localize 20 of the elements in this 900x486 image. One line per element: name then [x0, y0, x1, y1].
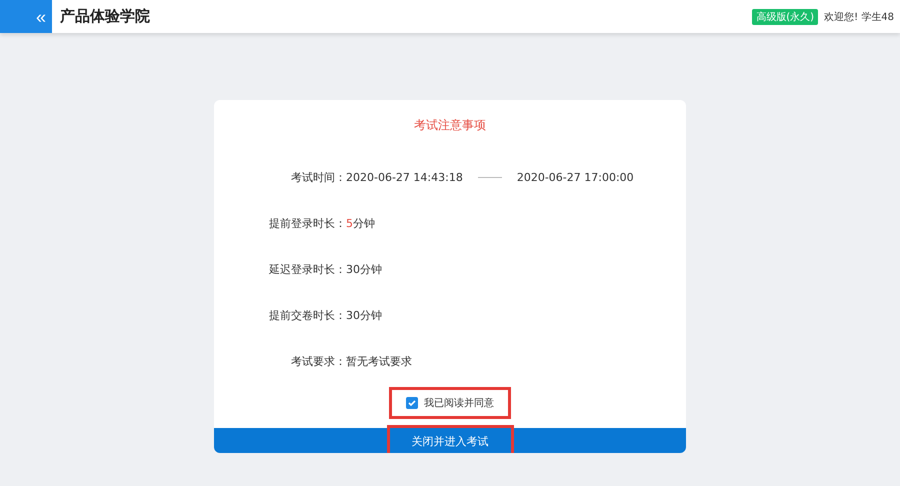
edition-badge: 高级版(永久): [752, 8, 818, 24]
enter-exam-button[interactable]: 关闭并进入考试: [386, 425, 514, 453]
field-label: 提前交卷时长：: [268, 308, 346, 322]
app-title: 产品体验学院: [60, 7, 151, 26]
duration-value: 5分钟: [346, 216, 375, 230]
range-separator: [478, 176, 502, 178]
field-value: 暂无考试要求: [346, 354, 412, 368]
checkbox-icon[interactable]: [406, 397, 418, 409]
agree-checkbox[interactable]: 我已阅读并同意: [389, 387, 511, 419]
field-label: 提前登录时长：: [268, 216, 346, 230]
welcome-text: 欢迎您! 学生48: [824, 10, 894, 24]
field-label: 考试时间：: [290, 170, 346, 184]
duration-value: 30分钟: [346, 262, 382, 276]
start-time: 2020-06-27 14:43:18: [346, 170, 463, 184]
field-label: 延迟登录时长：: [268, 262, 346, 276]
end-time: 2020-06-27 17:00:00: [516, 170, 634, 184]
notice-title: 考试注意事项: [413, 117, 487, 134]
duration-value: 30分钟: [346, 308, 382, 322]
field-label: 考试要求：: [290, 354, 346, 368]
collapse-button[interactable]: «: [30, 8, 52, 26]
